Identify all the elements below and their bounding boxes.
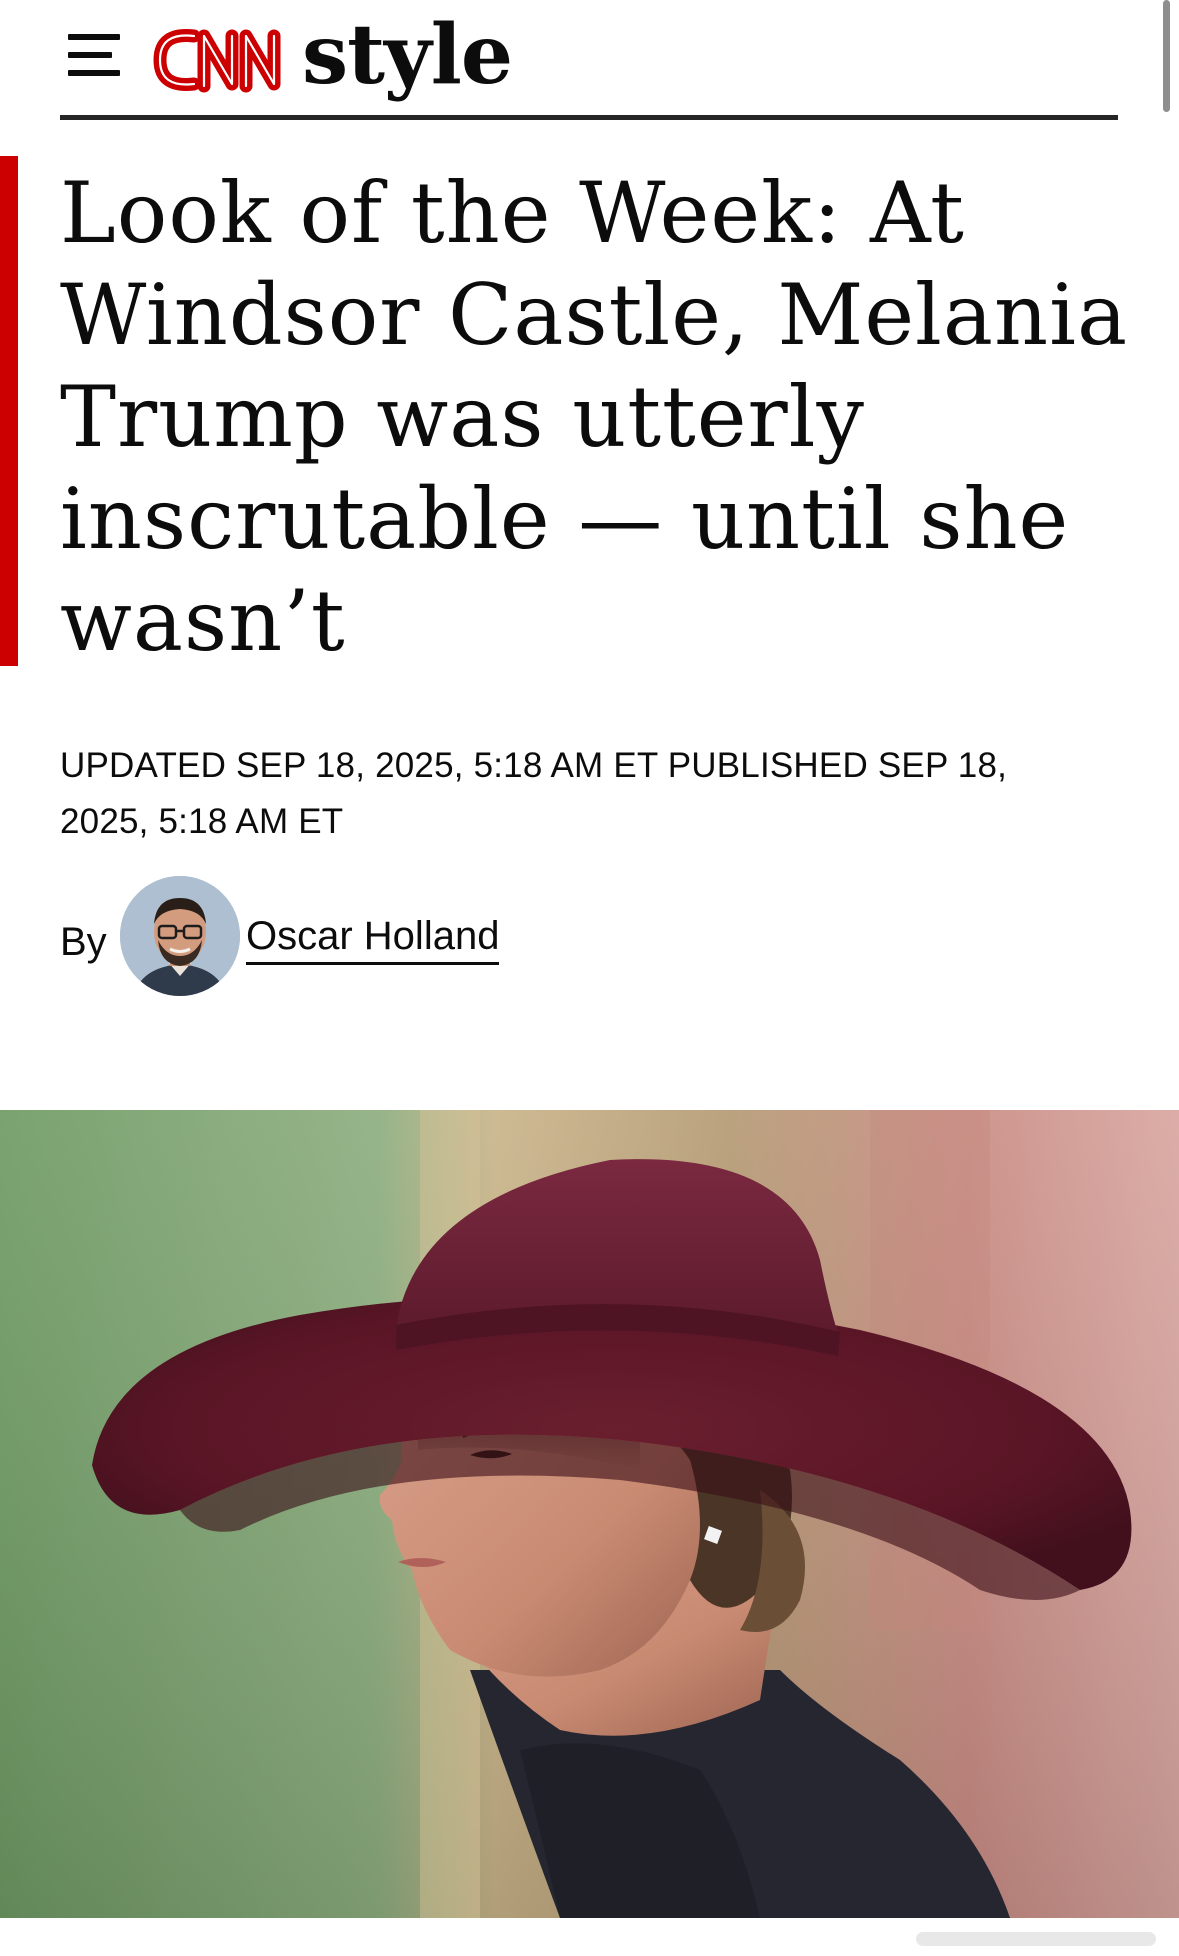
article-timestamp: Updated Sep 18, 2025, 5:18 AM ET Publish… (60, 746, 1008, 841)
site-header: style (0, 0, 1179, 124)
hamburger-menu-icon[interactable] (64, 32, 124, 78)
byline-prefix: By (60, 920, 107, 964)
author-avatar[interactable] (120, 876, 240, 996)
logo-section-label: style (302, 7, 513, 103)
scrollbar-thumb[interactable] (1163, 0, 1170, 112)
header-divider (60, 115, 1118, 120)
hero-photo-illustration (0, 1110, 1179, 1918)
home-indicator (916, 1932, 1156, 1946)
article-headline: Look of the Week: At Windsor Castle, Mel… (60, 164, 1129, 670)
headline-accent-bar (0, 156, 18, 666)
cnn-logo-icon (153, 29, 281, 93)
hero-image[interactable] (0, 1110, 1179, 1918)
author-portrait-image (120, 876, 240, 996)
author-name-link[interactable]: Oscar Holland (246, 912, 500, 965)
